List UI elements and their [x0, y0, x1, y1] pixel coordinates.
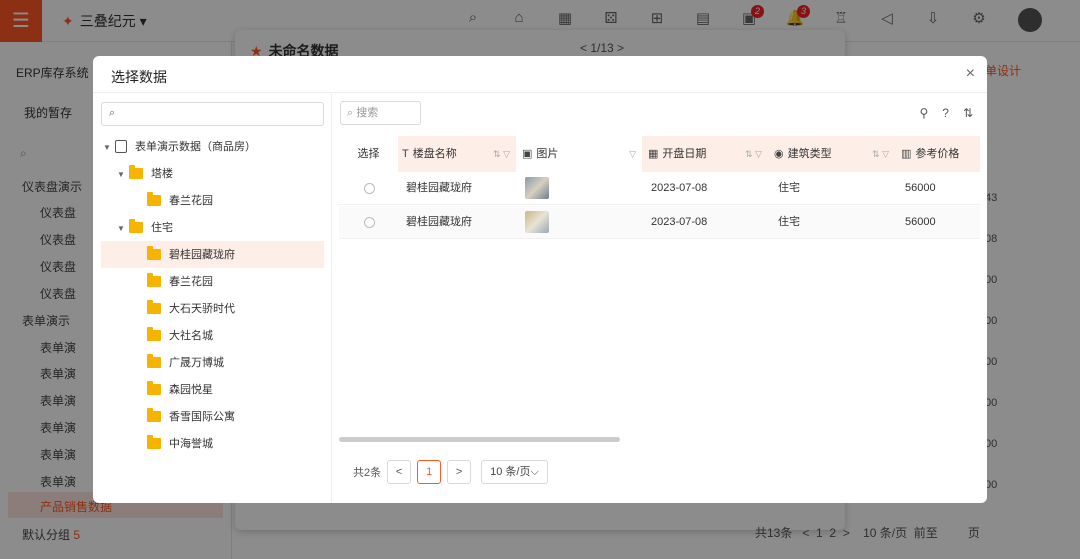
- horizontal-scrollbar[interactable]: [339, 437, 620, 442]
- row-thumbnail[interactable]: [525, 177, 549, 199]
- col-image-label: 图片: [536, 148, 559, 160]
- caret-down-icon[interactable]: ▼: [103, 134, 115, 161]
- folder-icon: [147, 326, 161, 341]
- tree-item-label: 碧桂园藏珑府: [169, 249, 235, 261]
- chevron-down-icon: ⌵: [530, 466, 539, 478]
- col-price-label: 参考价格: [915, 148, 960, 160]
- table-pane: ⌕ 搜索 ⚲ ? ⇅ 选择 T 楼盘名称 ⇅ ▽ ▣ 图片 ▽ ▦ 开盘日期 ⇅ ▽ ◉ 建筑…: [333, 94, 987, 503]
- tree-item-label: 森园悦星: [169, 384, 213, 396]
- pager-page-button[interactable]: 1: [417, 460, 442, 484]
- search-icon: ⌕: [347, 107, 354, 119]
- tree-item[interactable]: 森园悦星: [147, 377, 213, 404]
- col-name-label: 楼盘名称: [412, 148, 457, 160]
- sort-filter-icon[interactable]: ⇅ ▽: [745, 136, 762, 172]
- folder-icon: [129, 218, 143, 233]
- col-date-label: 开盘日期: [662, 148, 707, 160]
- col-date[interactable]: ▦ 开盘日期 ⇅ ▽: [642, 136, 768, 172]
- cell-type: 住宅: [778, 216, 800, 228]
- caret-down-icon[interactable]: ▼: [117, 215, 129, 242]
- row-radio[interactable]: [364, 217, 375, 228]
- folder-icon: [147, 245, 161, 260]
- tree-item-label: 大社名城: [169, 330, 213, 342]
- col-image[interactable]: ▣ 图片 ▽: [516, 136, 642, 172]
- tree-group-tower[interactable]: ▼ 塔楼: [117, 161, 173, 188]
- tree-search-input[interactable]: ⌕: [101, 102, 324, 126]
- search-icon: ⌕: [109, 107, 116, 119]
- table-row[interactable]: 碧桂园藏珑府 2023-07-08 住宅 56000: [339, 172, 980, 205]
- col-select: 选择: [357, 148, 380, 160]
- tree-pane: ⌕ ▼ 表单演示数据（商品房） ▼ 塔楼 春兰花园 ▼ 住宅 碧桂园藏珑府 春兰花园 …: [93, 94, 332, 503]
- table-header: 选择 T 楼盘名称 ⇅ ▽ ▣ 图片 ▽ ▦ 开盘日期 ⇅ ▽ ◉ 建筑类型 ⇅ ▽ ▥ 参考价格: [339, 136, 980, 172]
- sort-filter-icon[interactable]: ⇅ ▽: [872, 136, 889, 172]
- row-thumbnail[interactable]: [525, 211, 549, 233]
- cell-type: 住宅: [778, 182, 800, 194]
- pagination: 共2条 < 1 > 10 条/页⌵: [353, 460, 548, 484]
- tree-item[interactable]: 春兰花园: [147, 188, 213, 215]
- modal-header: 选择数据 ×: [93, 56, 987, 93]
- tree-group-residence-label: 住宅: [151, 222, 173, 234]
- tree-root[interactable]: ▼ 表单演示数据（商品房）: [103, 134, 256, 161]
- folder-icon: [147, 272, 161, 287]
- folder-icon: [147, 407, 161, 422]
- filter-icon[interactable]: ▽: [629, 136, 636, 172]
- folder-icon: [129, 164, 143, 179]
- radio-type-icon: ◉: [774, 148, 784, 160]
- tree-item-label: 广晟万博城: [169, 357, 224, 369]
- col-type-label: 建筑类型: [787, 148, 832, 160]
- tree-root-label: 表单演示数据（商品房）: [135, 141, 256, 153]
- cell-name: 碧桂园藏珑府: [406, 216, 472, 228]
- folder-icon: [147, 434, 161, 449]
- text-field-icon: T: [402, 148, 409, 160]
- sort-icon[interactable]: ⇅: [963, 106, 973, 120]
- sort-filter-icon[interactable]: ⇅ ▽: [493, 136, 510, 172]
- caret-down-icon[interactable]: ▼: [117, 161, 129, 188]
- cell-price: 56000: [905, 182, 936, 194]
- close-icon[interactable]: ×: [966, 65, 975, 83]
- tree-item-label: 大石天骄时代: [169, 303, 235, 315]
- table-search-input[interactable]: ⌕ 搜索: [340, 101, 421, 125]
- tree-item-label: 中海誉城: [169, 438, 213, 450]
- tree-group-residence[interactable]: ▼ 住宅: [117, 215, 173, 242]
- col-name[interactable]: T 楼盘名称 ⇅ ▽: [398, 136, 516, 172]
- modal-title: 选择数据: [111, 69, 167, 85]
- col-type[interactable]: ◉ 建筑类型 ⇅ ▽: [768, 136, 895, 172]
- cell-price: 56000: [905, 216, 936, 228]
- pager-prev-button[interactable]: <: [387, 460, 412, 484]
- tree-item[interactable]: 大社名城: [147, 323, 213, 350]
- tree-item-label: 春兰花园: [169, 195, 213, 207]
- col-price[interactable]: ▥ 参考价格: [895, 136, 980, 172]
- tree-item[interactable]: 香雪国际公寓: [147, 404, 235, 431]
- help-icon[interactable]: ?: [942, 106, 949, 120]
- image-icon: ▣: [522, 148, 533, 160]
- pager-total: 共2条: [353, 467, 382, 479]
- row-radio[interactable]: [364, 183, 375, 194]
- document-icon: [115, 139, 127, 153]
- tree-item-label: 香雪国际公寓: [169, 411, 235, 423]
- filter-icon[interactable]: ⚲: [919, 106, 928, 120]
- pager-next-button[interactable]: >: [447, 460, 472, 484]
- tree-item-label: 春兰花园: [169, 276, 213, 288]
- cell-name: 碧桂园藏珑府: [406, 182, 472, 194]
- tree-item-selected[interactable]: 碧桂园藏珑府: [147, 242, 235, 269]
- folder-icon: [147, 353, 161, 368]
- number-icon: ▥: [901, 148, 912, 160]
- page-size-select[interactable]: 10 条/页⌵: [481, 460, 548, 484]
- tree-group-tower-label: 塔楼: [151, 168, 173, 180]
- table-tools: ⚲ ? ⇅: [919, 106, 973, 120]
- folder-icon: [147, 299, 161, 314]
- page-size-label: 10 条/页: [490, 466, 531, 478]
- select-data-modal: 选择数据 × ⌕ ▼ 表单演示数据（商品房） ▼ 塔楼 春兰花园 ▼ 住宅 碧桂园藏珑…: [93, 56, 987, 503]
- tree-item[interactable]: 中海誉城: [147, 431, 213, 458]
- folder-icon: [147, 380, 161, 395]
- cell-date: 2023-07-08: [651, 182, 708, 194]
- tree-item[interactable]: 广晟万博城: [147, 350, 224, 377]
- folder-icon: [147, 191, 161, 206]
- cell-date: 2023-07-08: [651, 216, 708, 228]
- table-row[interactable]: 碧桂园藏珑府 2023-07-08 住宅 56000: [339, 206, 980, 239]
- tree-item[interactable]: 春兰花园: [147, 269, 213, 296]
- table-search-placeholder: 搜索: [356, 107, 379, 119]
- tree-item[interactable]: 大石天骄时代: [147, 296, 235, 323]
- calendar-icon: ▦: [648, 148, 659, 160]
